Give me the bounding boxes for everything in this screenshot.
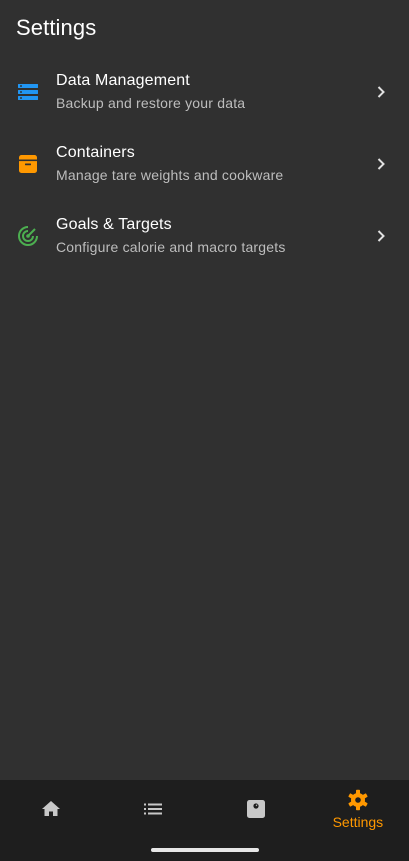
settings-item-subtitle: Configure calorie and macro targets	[56, 239, 286, 255]
nav-item-list[interactable]	[102, 780, 204, 838]
gear-icon	[346, 788, 370, 812]
settings-item-containers[interactable]: Containers Manage tare weights and cookw…	[0, 128, 409, 200]
storage-icon	[16, 80, 40, 104]
nav-item-home[interactable]	[0, 780, 102, 838]
list-icon	[141, 797, 165, 821]
settings-list: Data Management Backup and restore your …	[0, 56, 409, 272]
chevron-right-icon	[369, 80, 393, 104]
settings-item-title: Containers	[56, 144, 135, 161]
target-icon	[16, 224, 40, 248]
scale-icon	[244, 797, 268, 821]
settings-item-title: Data Management	[56, 72, 190, 89]
settings-screen: Settings Data Management Backup and rest…	[0, 0, 409, 861]
settings-item-goals-targets[interactable]: Goals & Targets Configure calorie and ma…	[0, 200, 409, 272]
bottom-nav-items: Settings	[0, 780, 409, 838]
nav-item-scale[interactable]	[205, 780, 307, 838]
chevron-right-icon	[369, 152, 393, 176]
settings-item-data-management[interactable]: Data Management Backup and restore your …	[0, 56, 409, 128]
nav-item-settings[interactable]: Settings	[307, 780, 409, 838]
page-title: Settings	[16, 15, 97, 40]
settings-item-text: Containers Manage tare weights and cookw…	[56, 143, 369, 185]
bottom-navigation-bar: Settings	[0, 780, 409, 861]
nav-item-label: Settings	[332, 814, 384, 830]
settings-item-title: Goals & Targets	[56, 216, 172, 233]
chevron-right-icon	[369, 224, 393, 248]
settings-item-subtitle: Backup and restore your data	[56, 95, 246, 111]
app-bar: Settings	[0, 0, 409, 56]
home-icon	[39, 797, 63, 821]
home-indicator[interactable]	[151, 848, 259, 852]
settings-item-text: Goals & Targets Configure calorie and ma…	[56, 215, 369, 257]
archive-box-icon	[16, 152, 40, 176]
settings-item-subtitle: Manage tare weights and cookware	[56, 167, 284, 183]
settings-item-text: Data Management Backup and restore your …	[56, 71, 369, 113]
